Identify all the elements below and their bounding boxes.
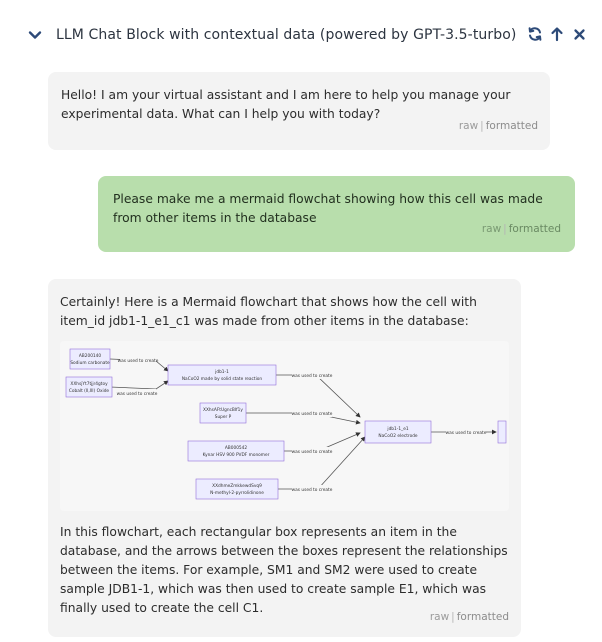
mermaid-flowchart: was used to create was used to create wa… — [60, 341, 509, 511]
block-title: LLM Chat Block with contextual data (pow… — [56, 27, 517, 43]
raw-toggle[interactable]: raw — [430, 611, 449, 623]
assistant-message: Certainly! Here is a Mermaid flowchart t… — [48, 279, 521, 637]
svg-text:Cobalt (II,III) Oxide: Cobalt (II,III) Oxide — [69, 388, 110, 394]
edge-label: was used to create — [292, 411, 333, 417]
flow-node: XXhsAFtUgncBIf1ySuper P — [199, 402, 247, 424]
edge-label: was used to create — [446, 430, 487, 436]
arrow-up-icon[interactable] — [548, 24, 566, 44]
header-actions — [526, 24, 588, 44]
flow-node: jdb1-1_e1NaCoO2 electrode — [364, 420, 432, 444]
flow-node: AB200140Sodium carbonate — [69, 348, 111, 370]
edge-label: was used to create — [117, 391, 158, 397]
message-text-followup: In this flowchart, each rectangular box … — [60, 525, 508, 615]
view-toggle: raw | formatted — [429, 611, 509, 623]
edge-label: was used to create — [292, 373, 333, 379]
raw-toggle[interactable]: raw — [459, 120, 478, 132]
svg-text:Super P: Super P — [215, 414, 232, 420]
svg-text:N-methyl-2-pyrrolidinone: N-methyl-2-pyrrolidinone — [210, 490, 264, 496]
svg-text:Kynar HSV 900 PVDF monomer: Kynar HSV 900 PVDF monomer — [203, 452, 270, 458]
formatted-toggle[interactable]: formatted — [509, 223, 561, 235]
chevron-down-icon[interactable] — [28, 24, 56, 46]
edge-label: was used to create — [292, 449, 333, 455]
assistant-message: Hello! I am your virtual assistant and I… — [48, 72, 550, 150]
svg-text:NaCoO2 made by solid state rea: NaCoO2 made by solid state reaction — [182, 376, 263, 382]
edge-label: was used to create — [292, 487, 333, 493]
flow-node: jdb1-1NaCoO2 made by solid state reactio… — [167, 364, 277, 386]
user-message: Please make me a mermaid flowchat showin… — [98, 176, 575, 252]
flowchart-svg: was used to create was used to create wa… — [65, 348, 507, 500]
svg-text:Sodium carbonate: Sodium carbonate — [70, 360, 110, 366]
flow-node: XXhsjYt7tjjr4gtoyCobalt (II,III) Oxide — [65, 376, 113, 398]
flow-node: AB000542Kynar HSV 900 PVDF monomer — [187, 440, 285, 462]
svg-text:AB000542: AB000542 — [225, 445, 248, 451]
svg-text:jdb1-1: jdb1-1 — [214, 369, 229, 375]
svg-text:XXdhmeZmkkewdSvq9: XXdhmeZmkkewdSvq9 — [212, 483, 262, 489]
svg-text:XXhsjYt7tjjr4gtoy: XXhsjYt7tjjr4gtoy — [70, 381, 108, 387]
refresh-icon[interactable] — [526, 24, 544, 44]
flow-edge — [109, 380, 169, 390]
svg-text:NaCoO2 electrode: NaCoO2 electrode — [378, 433, 418, 439]
close-icon[interactable] — [570, 24, 588, 44]
svg-text:jdb1-1_e1: jdb1-1_e1 — [386, 426, 408, 432]
edge-label: was used to create — [118, 358, 159, 364]
flow-node — [497, 420, 507, 444]
raw-toggle[interactable]: raw — [482, 223, 501, 235]
chat-block-header: LLM Chat Block with contextual data (pow… — [28, 24, 588, 46]
flow-edge — [278, 436, 366, 490]
view-toggle: raw | formatted — [458, 120, 538, 132]
svg-text:AB200140: AB200140 — [79, 353, 102, 359]
view-toggle: raw | formatted — [481, 223, 561, 235]
svg-text:XXhsAFtUgncBIf1y: XXhsAFtUgncBIf1y — [203, 407, 243, 413]
message-text: Certainly! Here is a Mermaid flowchart t… — [60, 295, 477, 328]
formatted-toggle[interactable]: formatted — [486, 120, 538, 132]
flow-node: XXdhmeZmkkewdSvq9N-methyl-2-pyrrolidinon… — [195, 478, 279, 500]
formatted-toggle[interactable]: formatted — [457, 611, 509, 623]
